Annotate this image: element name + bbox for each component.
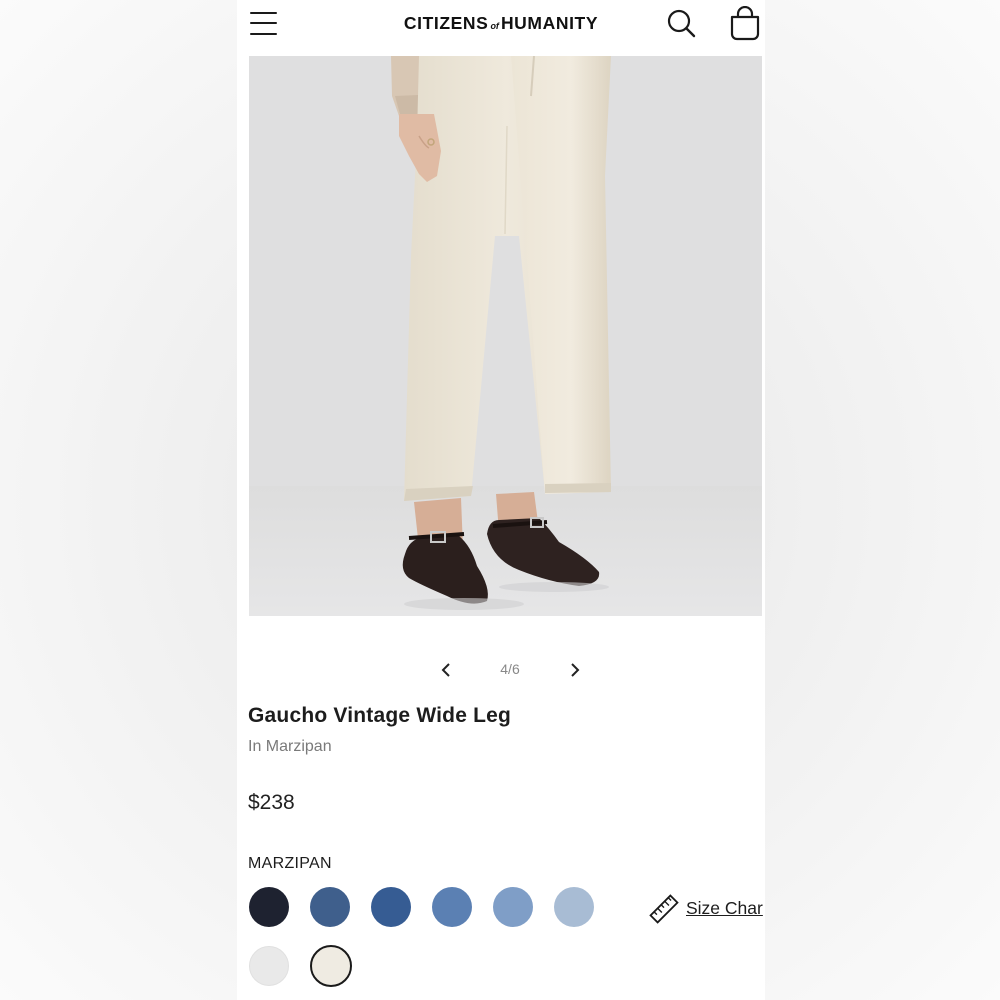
gallery-counter: 4/6 (500, 661, 520, 677)
selected-color-label: MARZIPAN (248, 855, 332, 872)
color-swatch-2[interactable] (310, 887, 350, 927)
logo-text-left: CITIZENS (403, 13, 489, 33)
chevron-left-icon[interactable] (435, 658, 457, 682)
site-header: CITIZENS of HUMANITY (237, 0, 765, 50)
bag-icon[interactable] (728, 5, 762, 42)
gallery-pager: 4/6 (237, 655, 765, 685)
color-swatch-5[interactable] (493, 887, 533, 927)
color-swatch-4[interactable] (432, 887, 472, 927)
color-swatch-8[interactable] (310, 945, 352, 987)
product-color-subtitle: In Marzipan (248, 738, 332, 755)
product-image[interactable] (249, 56, 762, 616)
color-swatch-7[interactable] (249, 946, 289, 986)
mobile-page: CITIZENS of HUMANITY 4/6 Gaucho Vintage … (237, 0, 765, 1000)
logo-text-right: HUMANITY (500, 13, 599, 33)
product-title: Gaucho Vintage Wide Leg (248, 704, 512, 727)
chevron-right-icon[interactable] (564, 658, 586, 682)
color-swatch-1[interactable] (249, 887, 289, 927)
logo-text-mid: of (490, 21, 499, 31)
search-icon[interactable] (666, 7, 698, 41)
color-swatch-6[interactable] (554, 887, 594, 927)
ruler-icon (649, 894, 679, 924)
color-swatch-3[interactable] (371, 887, 411, 927)
product-price: $238 (248, 791, 295, 814)
size-chart-label: Size Char (686, 898, 763, 918)
